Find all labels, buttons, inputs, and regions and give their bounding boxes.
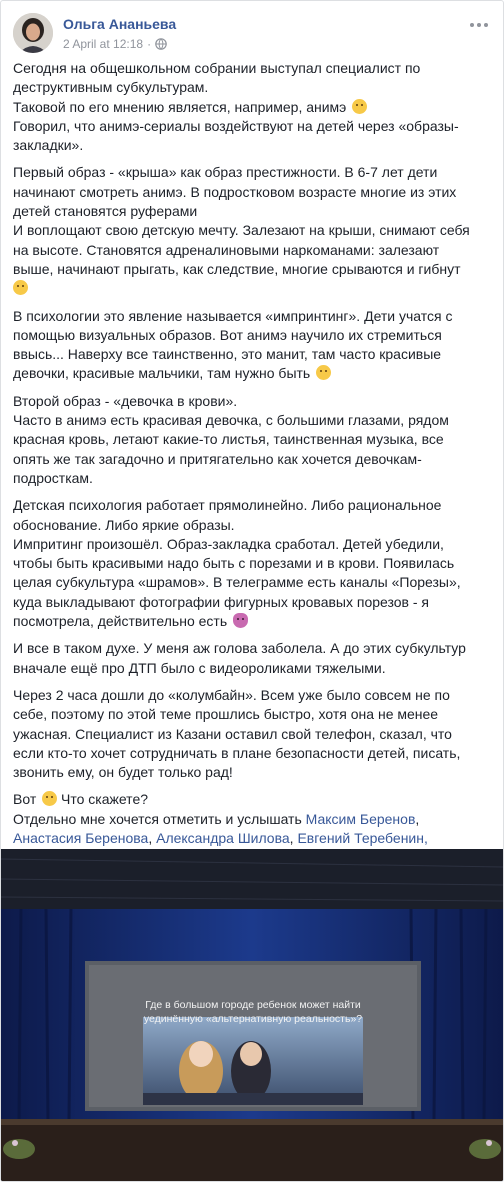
meta-separator: ·: [147, 37, 152, 51]
facebook-post: Ольга Ананьева 2 April at 12:18 · Сегодн…: [0, 0, 504, 1182]
text-line: [13, 279, 491, 298]
text-line: закладки».: [13, 137, 84, 154]
text-line: подросткам.: [13, 469, 93, 486]
text-line: на высоте. Становятся адреналиновыми нар…: [13, 241, 440, 258]
face-with-rolling-eyes-icon: [352, 98, 368, 114]
paragraph-2: Первый образ - «крыша» как образ престиж…: [13, 163, 491, 298]
face-with-rolling-eyes-icon: [42, 791, 58, 807]
text-line: Детская психология работает прямолинейно…: [13, 497, 442, 514]
text-fragment: Что скажете?: [61, 791, 149, 808]
text-line: себе, поэтому по этой теме прошлись быст…: [13, 706, 439, 723]
thinking-face-icon: [316, 365, 332, 381]
text-line: вначале ещё про ДТП было с видеороликами…: [13, 659, 386, 676]
post-text: Сегодня на общешкольном собрании выступа…: [13, 59, 491, 856]
text-line: Часто в анимэ есть красивая девочка, с б…: [13, 412, 449, 429]
text-line: Анастасия Беренова, Александра Шилова, Е…: [13, 829, 491, 848]
tag-link[interactable]: Евгений Теребенин: [297, 830, 424, 846]
text-line: звонить ему, он будет только рад!: [13, 764, 233, 781]
text-line: чтобы быть красивыми надо быть с порезам…: [13, 555, 455, 572]
text-fragment: Таковой по его мнению является, например…: [13, 98, 347, 115]
slide-caption-line: Где в большом городе ребенок может найти: [145, 999, 361, 1011]
tag-separator: ,: [415, 810, 420, 827]
paragraph-3: В психологии это явление называется «имп…: [13, 307, 491, 384]
text-line: Импритинг произошёл. Образ-закладка сраб…: [13, 535, 444, 552]
text-line: выше, начинают прыгать, как следствие, м…: [13, 260, 461, 277]
text-line: И все в таком духе. У меня аж голова заб…: [13, 640, 466, 657]
text-line: В психологии это явление называется «имп…: [13, 307, 453, 324]
text-line: ужасная. Специалист из Казани оставил св…: [13, 725, 452, 742]
post-meta: 2 April at 12:18 ·: [63, 37, 167, 51]
text-line: если кто-то хочет сотрудничать в плане б…: [13, 744, 461, 761]
paragraph-4: Второй образ - «девочка в крови». Часто …: [13, 392, 491, 488]
paragraph-1: Сегодня на общешкольном собрании выступа…: [13, 59, 491, 155]
paragraph-8: Вот Что скажете? Отдельно мне хочется от…: [13, 790, 491, 848]
text-line: ввысь... Наверху все таинственно, это ма…: [13, 346, 442, 363]
more-options-icon[interactable]: [467, 19, 491, 31]
text-line: красная кровь, летают какие-то листья, т…: [13, 431, 444, 448]
text-line: Второй образ - «девочка в крови».: [13, 392, 238, 409]
text-line: целая субкультура «шрамов». В телеграмме…: [13, 574, 461, 591]
text-line: опять же так загадочно и притягательно к…: [13, 450, 422, 467]
text-fragment: посмотрела, действительно есть: [13, 613, 228, 630]
tag-separator: ,: [423, 829, 428, 846]
paragraph-5: Детская психология работает прямолинейно…: [13, 496, 491, 631]
text-line: обоснование. Либо яркие образы.: [13, 516, 235, 533]
post-header: Ольга Ананьева 2 April at 12:18 ·: [13, 13, 491, 57]
text-line: Через 2 часа дошли до «колумбайн». Всем …: [13, 686, 450, 703]
sad-face-icon: [13, 280, 28, 296]
text-line: помощью визуальных образов. Вот анимэ на…: [13, 326, 442, 343]
avatar[interactable]: [13, 13, 53, 53]
text-line: посмотрела, действительно есть: [13, 612, 491, 631]
text-fragment: Отдельно мне хочется отметить и услышать: [13, 810, 302, 827]
text-line: Первый образ - «крыша» как образ престиж…: [13, 164, 438, 181]
tag-link[interactable]: Анастасия Беренова: [13, 830, 148, 846]
globe-icon[interactable]: [155, 38, 167, 50]
paragraph-6: И все в таком духе. У меня аж голова заб…: [13, 639, 491, 678]
text-line: куда выкладывают фотографии фигурных кро…: [13, 593, 430, 610]
woman-shrugging-icon: [233, 613, 248, 629]
post-timestamp[interactable]: 2 April at 12:18: [63, 37, 143, 51]
text-line: Вот Что скажете?: [13, 790, 491, 809]
tag-link[interactable]: Александра Шилова: [156, 830, 290, 846]
slide-caption: Где в большом городе ребенок может найти…: [111, 998, 395, 1026]
text-line: Отдельно мне хочется отметить и услышать…: [13, 810, 491, 829]
text-line: Говорил, что анимэ-сериалы воздействуют …: [13, 117, 459, 134]
tag-link[interactable]: Максим Беренов: [306, 811, 416, 827]
text-line: девочки, красивые мальчики, там нужно бы…: [13, 364, 491, 383]
paragraph-7: Через 2 часа дошли до «колумбайн». Всем …: [13, 686, 491, 782]
slide-caption-line: уединённую «альтернативную реальность»?: [143, 1013, 363, 1025]
author-name[interactable]: Ольга Ананьева: [63, 16, 176, 32]
text-line: деструктивным субкультурам.: [13, 79, 209, 96]
text-line: Сегодня на общешкольном собрании выступа…: [13, 60, 421, 76]
text-fragment: Вот: [13, 791, 37, 808]
text-line: И воплощают свою детскую мечту. Залезают…: [13, 222, 470, 239]
text-line: начинают смотреть анимэ. В подростковом …: [13, 183, 457, 200]
text-line: Таковой по его мнению является, например…: [13, 98, 491, 117]
text-line: детей становятся руферами: [13, 203, 198, 220]
text-fragment: девочки, красивые мальчики, там нужно бы…: [13, 365, 311, 382]
tag-separator: ,: [289, 829, 294, 846]
tag-separator: ,: [148, 829, 153, 846]
